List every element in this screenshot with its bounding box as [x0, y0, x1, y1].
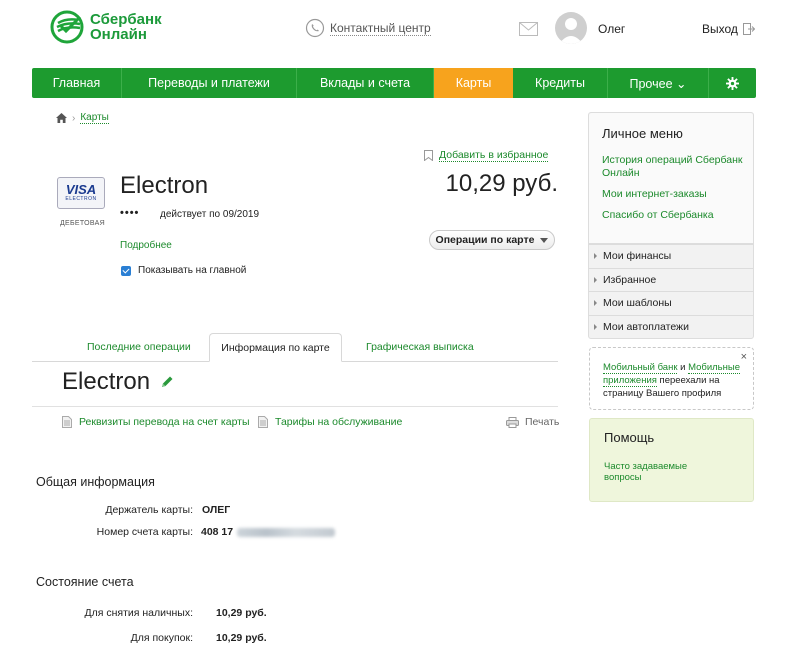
- logout-icon: [742, 23, 755, 35]
- avatar[interactable]: [555, 12, 587, 44]
- menu-row-favorites[interactable]: Избранное: [589, 268, 753, 291]
- personal-menu: Личное меню История операций Сбербанк Он…: [588, 112, 754, 339]
- gear-icon: [726, 76, 739, 90]
- purchase-label: Для покупок:: [130, 632, 193, 644]
- logout-label: Выход: [702, 22, 738, 36]
- show-on-main-toggle[interactable]: Показывать на главной: [121, 265, 246, 276]
- info-title-text: Electron: [62, 368, 151, 395]
- holder-label: Держатель карты:: [105, 504, 193, 516]
- menu-row-finances-label: Мои финансы: [603, 250, 672, 262]
- cash-value: 10,29 руб.: [216, 607, 267, 619]
- arrow-right-icon: [594, 253, 597, 259]
- account-state-heading: Состояние счета: [36, 575, 134, 589]
- menu-row-templates-label: Мои шаблоны: [603, 297, 672, 309]
- card-operations-label: Операции по карте: [435, 234, 535, 246]
- breadcrumb: › Карты: [56, 112, 109, 124]
- card-image: VISA ELECTRON: [57, 177, 105, 209]
- info-divider: [32, 406, 558, 407]
- general-info-heading: Общая информация: [36, 475, 155, 489]
- tab-recent-operations[interactable]: Последние операции: [87, 341, 191, 353]
- visa-logo-text: VISA: [65, 182, 97, 197]
- tariffs-label: Тарифы на обслуживание: [275, 416, 403, 428]
- mail-icon[interactable]: [519, 22, 538, 36]
- mobile-notice-text: Мобильный банк и Мобильные приложения пе…: [603, 361, 743, 400]
- sberbank-logo-icon: [50, 10, 84, 44]
- tab-card-info[interactable]: Информация по карте: [209, 333, 342, 362]
- card-balance: 10,29 руб.: [445, 170, 559, 197]
- nav-item-transfers[interactable]: Переводы и платежи: [122, 68, 297, 98]
- arrow-right-icon: [594, 277, 597, 283]
- show-on-main-label: Показывать на главной: [138, 265, 247, 276]
- document-icon: [258, 416, 268, 428]
- logout-button[interactable]: Выход: [702, 22, 755, 36]
- breadcrumb-cards-link[interactable]: Карты: [80, 112, 109, 124]
- print-button[interactable]: Печать: [506, 416, 559, 428]
- menu-row-favorites-label: Избранное: [603, 274, 657, 286]
- purchase-value: 10,29 руб.: [216, 632, 267, 644]
- requisites-link[interactable]: Реквизиты перевода на счет карты: [62, 416, 250, 428]
- menu-row-autopayments-label: Мои автоплатежи: [603, 321, 689, 333]
- add-favorite-link[interactable]: Добавить в избранное: [424, 149, 549, 162]
- nav-item-other[interactable]: Прочее ⌄: [608, 68, 709, 98]
- caret-down-icon: [540, 237, 549, 243]
- logo-line-2: Онлайн: [90, 26, 147, 43]
- header: Сбербанк Онлайн Контактный центр Олег Вы…: [0, 0, 800, 60]
- home-icon[interactable]: [56, 113, 67, 123]
- visa-electron-text: ELECTRON: [65, 196, 97, 202]
- printer-icon: [506, 416, 519, 428]
- card-number-mask: ••••: [120, 207, 140, 219]
- nav-item-settings[interactable]: [709, 68, 756, 98]
- account-value-redacted: [237, 527, 336, 537]
- help-title: Помощь: [604, 430, 655, 445]
- username[interactable]: Олег: [598, 22, 625, 36]
- logo[interactable]: Сбербанк Онлайн: [50, 10, 162, 44]
- document-icon: [62, 416, 72, 428]
- user-avatar-icon: [559, 18, 583, 44]
- cash-label: Для снятия наличных:: [84, 607, 193, 619]
- menu-row-finances[interactable]: Мои финансы: [589, 244, 753, 267]
- nav-item-main[interactable]: Главная: [32, 68, 122, 98]
- requisites-label: Реквизиты перевода на счет карты: [79, 416, 250, 428]
- arrow-right-icon: [594, 300, 597, 306]
- mobile-bank-link[interactable]: Мобильный банк: [603, 362, 678, 374]
- help-box: Помощь Часто задаваемые вопросы: [589, 418, 754, 502]
- personal-menu-title: Личное меню: [602, 126, 683, 141]
- card-details-link[interactable]: Подробнее: [120, 240, 172, 251]
- card-type-label: ДЕБЕТОВАЯ: [60, 220, 105, 227]
- main-nav: Главная Переводы и платежи Вклады и счет…: [32, 68, 756, 98]
- menu-row-autopayments[interactable]: Мои автоплатежи: [589, 315, 753, 338]
- faq-link[interactable]: Часто задаваемые вопросы: [604, 461, 714, 483]
- account-value: 408 17: [201, 526, 336, 538]
- logo-text: Сбербанк Онлайн: [90, 12, 162, 42]
- info-title: Electron: [62, 368, 174, 396]
- print-label: Печать: [525, 416, 560, 428]
- card-operations-button[interactable]: Операции по карте: [429, 230, 555, 250]
- bookmark-icon: [424, 150, 433, 161]
- arrow-right-icon: [594, 324, 597, 330]
- tab-graphic-statement[interactable]: Графическая выписка: [366, 341, 474, 353]
- phone-icon: [305, 18, 325, 38]
- breadcrumb-chevron-icon: ›: [72, 112, 76, 124]
- card-title: Electron: [120, 172, 209, 199]
- show-on-main-checkbox[interactable]: [121, 265, 131, 276]
- logo-line-1: Сбербанк: [90, 11, 162, 28]
- tariffs-link[interactable]: Тарифы на обслуживание: [258, 416, 402, 428]
- account-value-text: 408 17: [201, 526, 234, 538]
- menu-link-spasibo[interactable]: Спасибо от Сбербанка: [602, 209, 750, 222]
- add-favorite-label: Добавить в избранное: [439, 149, 549, 162]
- notice-and-text: и: [677, 362, 689, 373]
- contact-center-label: Контактный центр: [330, 20, 431, 36]
- card-validity: действует по 09/2019: [160, 209, 260, 220]
- contact-center-link[interactable]: Контактный центр: [305, 18, 431, 38]
- menu-link-orders[interactable]: Мои интернет-заказы: [602, 188, 750, 201]
- menu-row-templates[interactable]: Мои шаблоны: [589, 291, 753, 314]
- nav-item-deposits[interactable]: Вклады и счета: [297, 68, 434, 98]
- nav-item-cards[interactable]: Карты: [434, 68, 513, 98]
- account-label: Номер счета карты:: [96, 526, 193, 538]
- holder-value: ОЛЕГ: [202, 504, 231, 516]
- mobile-notice: × Мобильный банк и Мобильные приложения …: [589, 347, 754, 410]
- nav-item-credits[interactable]: Кредиты: [513, 68, 608, 98]
- menu-link-history[interactable]: История операций Сбербанк Онлайн: [602, 154, 750, 180]
- pencil-icon[interactable]: [160, 375, 174, 389]
